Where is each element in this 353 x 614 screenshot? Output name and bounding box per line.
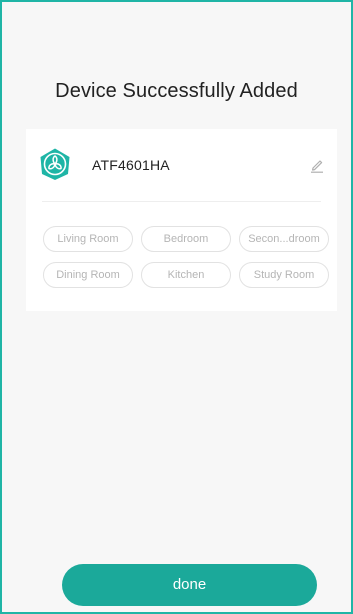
room-chip-dining-room[interactable]: Dining Room bbox=[43, 262, 133, 288]
edit-pencil-icon[interactable] bbox=[310, 157, 324, 173]
room-chip-second-bedroom[interactable]: Secon...droom bbox=[239, 226, 329, 252]
device-row: ATF4601HA bbox=[26, 129, 337, 201]
room-chip-study-room[interactable]: Study Room bbox=[239, 262, 329, 288]
page-title: Device Successfully Added bbox=[55, 80, 298, 102]
card-divider bbox=[42, 201, 321, 202]
room-chip-kitchen[interactable]: Kitchen bbox=[141, 262, 231, 288]
fan-icon bbox=[40, 148, 70, 180]
room-chip-bedroom[interactable]: Bedroom bbox=[141, 226, 231, 252]
done-button[interactable]: done bbox=[62, 564, 317, 606]
device-name: ATF4601HA bbox=[92, 157, 170, 173]
app-frame: Device Successfully Added ATF4601HA Livi… bbox=[0, 0, 353, 614]
room-chip-living-room[interactable]: Living Room bbox=[43, 226, 133, 252]
room-chip-grid: Living Room Bedroom Secon...droom Dining… bbox=[43, 226, 333, 288]
device-card: ATF4601HA Living Room Bedroom Secon...dr… bbox=[26, 129, 337, 311]
